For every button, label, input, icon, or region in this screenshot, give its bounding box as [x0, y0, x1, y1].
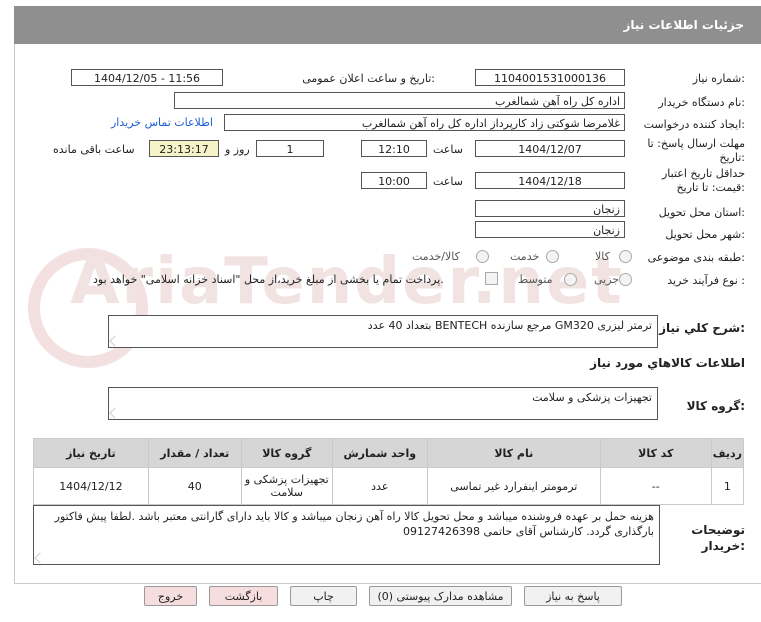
goods-group-label: گروه کالا:	[686, 399, 745, 413]
validity-time-label: ساعت	[433, 175, 463, 188]
reply-time-field: 12:10	[361, 140, 427, 157]
process-minor-label: جزیی	[594, 273, 620, 286]
back-button[interactable]: بازگشت	[209, 586, 278, 606]
remaining-time-field: 23:13:17	[149, 140, 219, 157]
category-both-radio[interactable]	[476, 250, 489, 263]
items-info-title: اطلاعات کالاهاي مورد نياز	[590, 356, 745, 370]
cell-row: 1	[710, 467, 745, 505]
city-label: شهر محل تحویل:	[665, 228, 745, 241]
category-both-label: کالا/خدمت	[412, 250, 460, 263]
category-service-label: خدمت	[510, 250, 540, 263]
category-service-radio[interactable]	[546, 250, 559, 263]
requester-label: ایجاد کننده درخواست:	[643, 118, 745, 131]
goods-group-field: تجهیزات پزشکی و سلامت	[108, 387, 658, 420]
exit-button[interactable]: خروج	[144, 586, 197, 606]
cell-qty: 40	[147, 467, 242, 505]
resize-grip-icon[interactable]	[109, 407, 121, 419]
buyer-notes-label: توضیحات خریدار:	[691, 523, 745, 553]
print-button[interactable]: چاپ	[290, 586, 357, 606]
price-validity-label: حداقل تاریخ اعتبار قیمت: تا تاریخ:	[661, 167, 745, 194]
col-unit: واحد شمارش	[331, 438, 428, 468]
col-qty: تعداد / مقدار	[147, 438, 242, 468]
buyer-contact-link[interactable]: اطلاعات تماس خریدار	[111, 116, 213, 129]
reply-time-label: ساعت	[433, 143, 463, 156]
requester-field: غلامرضا شوکتی زاد کارپرداز اداره کل راه …	[224, 114, 625, 131]
days-field: 1	[256, 140, 324, 157]
buyer-org-field: اداره کل راه آهن شمالغرب	[174, 92, 625, 109]
treasury-payment-checkbox[interactable]	[485, 272, 498, 285]
need-no-field: 1104001531000136	[475, 69, 625, 86]
category-label: طبقه بندی موضوعی:	[647, 251, 745, 264]
cell-unit: عدد	[331, 467, 428, 505]
resize-grip-icon[interactable]	[109, 335, 121, 347]
process-type-label: نوع فرآیند خرید :	[667, 274, 745, 287]
view-docs-button[interactable]: مشاهده مدارک پیوستی (0)	[369, 586, 512, 606]
col-row: ردیف	[710, 438, 745, 468]
buyer-notes-field: هزینه حمل بر عهده فروشنده میباشد و محل ت…	[33, 505, 660, 565]
city-field: زنجان	[475, 221, 625, 238]
buyer-notes-text: هزینه حمل بر عهده فروشنده میباشد و محل ت…	[54, 510, 654, 538]
process-medium-radio[interactable]	[564, 273, 577, 286]
col-date: تاریخ نیاز	[33, 438, 149, 468]
col-group: گروه کالا	[240, 438, 333, 468]
need-no-label: شماره نیاز:	[692, 72, 745, 85]
cell-group: تجهیزات پزشکی و سلامت	[240, 467, 333, 505]
province-label: استان محل تحویل:	[658, 206, 745, 219]
validity-time-field: 10:00	[361, 172, 427, 189]
col-name: نام کالا	[426, 438, 601, 468]
process-minor-radio[interactable]	[619, 273, 632, 286]
category-goods-label: کالا	[595, 250, 610, 263]
cell-code: --	[599, 467, 712, 505]
table-header-row: ردیف کد کالا نام کالا واحد شمارش گروه کا…	[33, 438, 745, 468]
resize-grip-icon[interactable]	[34, 552, 46, 564]
province-field: زنجان	[475, 200, 625, 217]
general-desc-text: ترمتر لیزری GM320 مرجع سازنده BENTECH بت…	[367, 319, 652, 332]
reply-button[interactable]: پاسخ به نیاز	[524, 586, 622, 606]
cell-name: ترمومتر اینفرارد غیر تماسی	[426, 467, 601, 505]
reply-date-field: 1404/12/07	[475, 140, 625, 157]
general-desc-field: ترمتر لیزری GM320 مرجع سازنده BENTECH بت…	[108, 315, 658, 348]
col-code: کد کالا	[599, 438, 712, 468]
category-goods-radio[interactable]	[619, 250, 632, 263]
cell-date: 1404/12/12	[33, 467, 149, 505]
process-medium-label: متوسط	[518, 273, 553, 286]
reply-deadline-label: مهلت ارسال پاسخ: تا تاریخ:	[647, 137, 745, 164]
table-row[interactable]: 1 -- ترمومتر اینفرارد غیر تماسی عدد تجهی…	[33, 467, 745, 505]
items-table: ردیف کد کالا نام کالا واحد شمارش گروه کا…	[33, 438, 745, 505]
general-desc-label: شرح کلي نياز:	[659, 321, 745, 335]
buyer-org-label: نام دستگاه خریدار:	[658, 96, 745, 109]
validity-date-field: 1404/12/18	[475, 172, 625, 189]
page-title: جزئیات اطلاعات نیاز	[623, 18, 744, 32]
treasury-payment-note: پرداخت تمام یا بخشی از مبلغ خرید،از محل …	[93, 273, 444, 286]
remaining-time-label: ساعت باقی مانده	[53, 143, 135, 156]
announce-datetime-field: 1404/12/05 - 11:56	[71, 69, 223, 86]
page-header: جزئیات اطلاعات نیاز	[14, 6, 761, 44]
goods-group-text: تجهیزات پزشکی و سلامت	[532, 391, 652, 404]
announce-datetime-label: تاریخ و ساعت اعلان عمومی:	[302, 72, 435, 85]
day-and-label: روز و	[225, 143, 250, 156]
